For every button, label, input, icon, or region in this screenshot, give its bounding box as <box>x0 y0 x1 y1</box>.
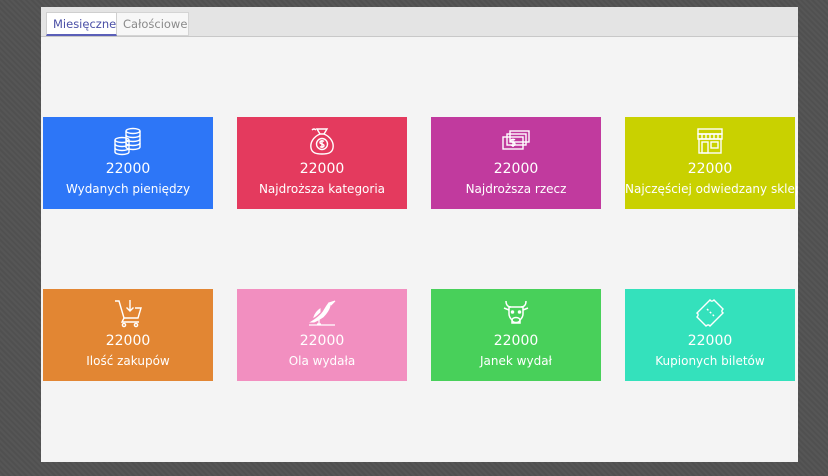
app-window: Miesięczne Całościowe 22000 Wydanych pie… <box>41 7 798 462</box>
tile-janek-spent[interactable]: 22000 Janek wydał <box>431 289 601 381</box>
tile-value: 22000 <box>493 333 539 349</box>
bird-icon <box>309 300 336 326</box>
shopping-cart-icon <box>115 300 142 328</box>
tile-value: 22000 <box>299 333 345 349</box>
shop-icon <box>697 128 723 154</box>
tile-label: Najdroższa rzecz <box>465 182 567 196</box>
tile-label: Ola wydała <box>288 354 356 368</box>
tile-value: 22000 <box>299 161 345 177</box>
tile-label: Najdroższa kategoria <box>258 182 386 196</box>
tile-label: Janek wydał <box>480 354 552 368</box>
tile-tickets-bought[interactable]: 22000 Kupionych biletów <box>625 289 795 381</box>
tile-value: 22000 <box>105 333 151 349</box>
tab-total[interactable]: Całościowe <box>117 12 189 36</box>
tile-value: 22000 <box>687 333 733 349</box>
tab-bar: Miesięczne Całościowe <box>41 7 798 37</box>
tile-purchase-count[interactable]: 22000 Ilość zakupów <box>43 289 213 381</box>
coins-stack-icon <box>114 127 141 156</box>
tile-ola-spent[interactable]: 22000 Ola wydała <box>237 289 407 381</box>
tile-most-expensive-item[interactable]: 22000 Najdroższa rzecz <box>431 117 601 209</box>
tile-most-expensive-category[interactable]: 22000 Najdroższa kategoria <box>237 117 407 209</box>
tile-label: Najczęściej odwiedzany sklep <box>625 182 798 196</box>
tile-value: 22000 <box>105 161 151 177</box>
tile-value: 22000 <box>687 161 733 177</box>
tile-label: Kupionych biletów <box>655 354 765 368</box>
tile-label: Wydanych pieniędzy <box>65 182 191 196</box>
tile-label: Ilość zakupów <box>86 354 170 368</box>
money-bag-icon <box>310 128 334 155</box>
bull-head-icon <box>503 300 529 324</box>
tile-most-visited-shop[interactable]: 22000 Najczęściej odwiedzany sklep <box>625 117 798 209</box>
tab-monthly[interactable]: Miesięczne <box>46 12 117 36</box>
banknotes-icon <box>502 130 530 150</box>
tile-value: 22000 <box>493 161 539 177</box>
ticket-icon <box>695 298 725 328</box>
tile-money-spent[interactable]: 22000 Wydanych pieniędzy <box>43 117 213 209</box>
